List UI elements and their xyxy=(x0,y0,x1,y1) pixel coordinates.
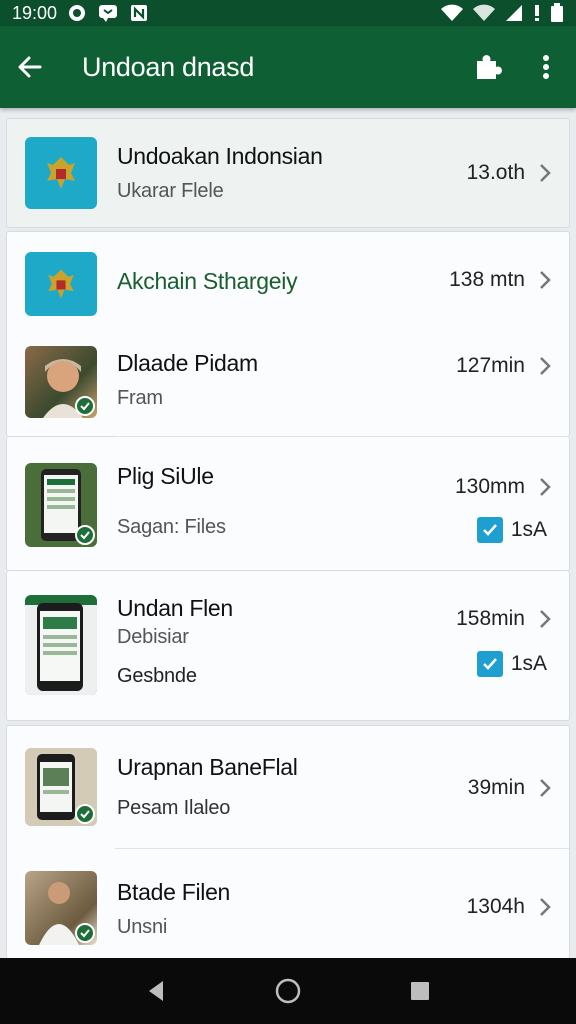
nav-home-icon[interactable] xyxy=(272,975,304,1007)
item-subtitle: Pesam Ilaleo xyxy=(117,797,231,819)
item-duration: 13.oth xyxy=(466,161,525,184)
cellular-signal-icon xyxy=(504,4,524,22)
list-item[interactable]: Akchain Sthargeiy 138 mtn xyxy=(7,232,569,338)
system-nav-bar xyxy=(0,958,576,1024)
selection-checkbox[interactable] xyxy=(476,651,503,677)
list-item[interactable]: Btade Filen Unsni 1304h xyxy=(7,849,569,958)
puzzle-icon[interactable] xyxy=(472,51,504,83)
list-item[interactable]: Urapnan BaneFlal Pesam Ilaleo 39min xyxy=(7,726,569,848)
wifi-secondary-icon xyxy=(472,4,496,22)
message-icon xyxy=(97,3,119,23)
phone-screenshot xyxy=(25,748,97,826)
list-group: Akchain Sthargeiy 138 mtn Dlaade Pidam F… xyxy=(6,231,570,437)
chevron-right-icon[interactable] xyxy=(539,609,551,629)
app-title: Undoan dnasd xyxy=(82,51,255,82)
item-duration: 158min xyxy=(456,607,525,630)
nav-back-icon[interactable] xyxy=(140,975,172,1007)
item-duration: 1304h xyxy=(466,895,525,918)
list-item[interactable]: Plig SiUle Sagan: Files 130mm 1sA xyxy=(6,437,570,571)
wifi-icon xyxy=(440,4,464,22)
status-time: 19:00 xyxy=(12,2,58,23)
indonesia-emblem-icon xyxy=(25,252,97,316)
check-badge-icon xyxy=(75,525,95,545)
list-item[interactable]: Undoakan Indonsian Ukarar Flele 13.oth xyxy=(6,118,570,228)
item-subtitle: Unsni xyxy=(117,916,168,938)
chevron-right-icon[interactable] xyxy=(539,163,551,183)
person-photo xyxy=(25,346,97,418)
list-group: Urapnan BaneFlal Pesam Ilaleo 39min Btad… xyxy=(6,725,570,958)
battery-icon xyxy=(550,3,564,23)
notification-circle-icon xyxy=(67,3,87,23)
chevron-right-icon[interactable] xyxy=(539,897,551,917)
selection-checkbox[interactable] xyxy=(476,517,503,543)
chevron-right-icon[interactable] xyxy=(539,270,551,290)
person-photo xyxy=(25,871,97,945)
indonesia-emblem-icon xyxy=(25,137,97,209)
check-badge-icon xyxy=(75,923,95,943)
phone-screenshot xyxy=(25,463,97,547)
chevron-right-icon[interactable] xyxy=(539,356,551,376)
chevron-right-icon[interactable] xyxy=(539,778,551,798)
chevron-right-icon[interactable] xyxy=(539,477,551,497)
app-bar: Undoan dnasd xyxy=(0,26,576,108)
item-duration: 138 mtn xyxy=(449,268,525,291)
nav-recents-icon[interactable] xyxy=(404,975,436,1007)
list-item[interactable]: Dlaade Pidam Fram 127min xyxy=(7,338,569,436)
checkbox-label: 1sA xyxy=(510,518,547,541)
item-duration: 130mm xyxy=(454,475,525,498)
check-badge-icon xyxy=(75,804,95,824)
item-duration: 127min xyxy=(456,354,525,377)
alert-icon xyxy=(532,4,542,22)
check-badge-icon xyxy=(75,396,95,416)
item-duration: 39min xyxy=(467,776,525,799)
more-options-icon[interactable] xyxy=(530,51,562,83)
item-subtitle: Fram xyxy=(117,387,163,409)
checkbox-label: 1sA xyxy=(510,652,547,675)
app-notification-icon xyxy=(129,3,149,23)
list-item[interactable]: Undan Flen Debisiar Gesbnde 158min 1sA xyxy=(6,571,570,721)
file-list: Undoakan Indonsian Ukarar Flele 13.oth A… xyxy=(6,118,570,958)
phone-screenshot xyxy=(25,595,97,695)
back-arrow-icon[interactable] xyxy=(14,51,46,83)
status-bar: 19:00 xyxy=(0,0,576,26)
